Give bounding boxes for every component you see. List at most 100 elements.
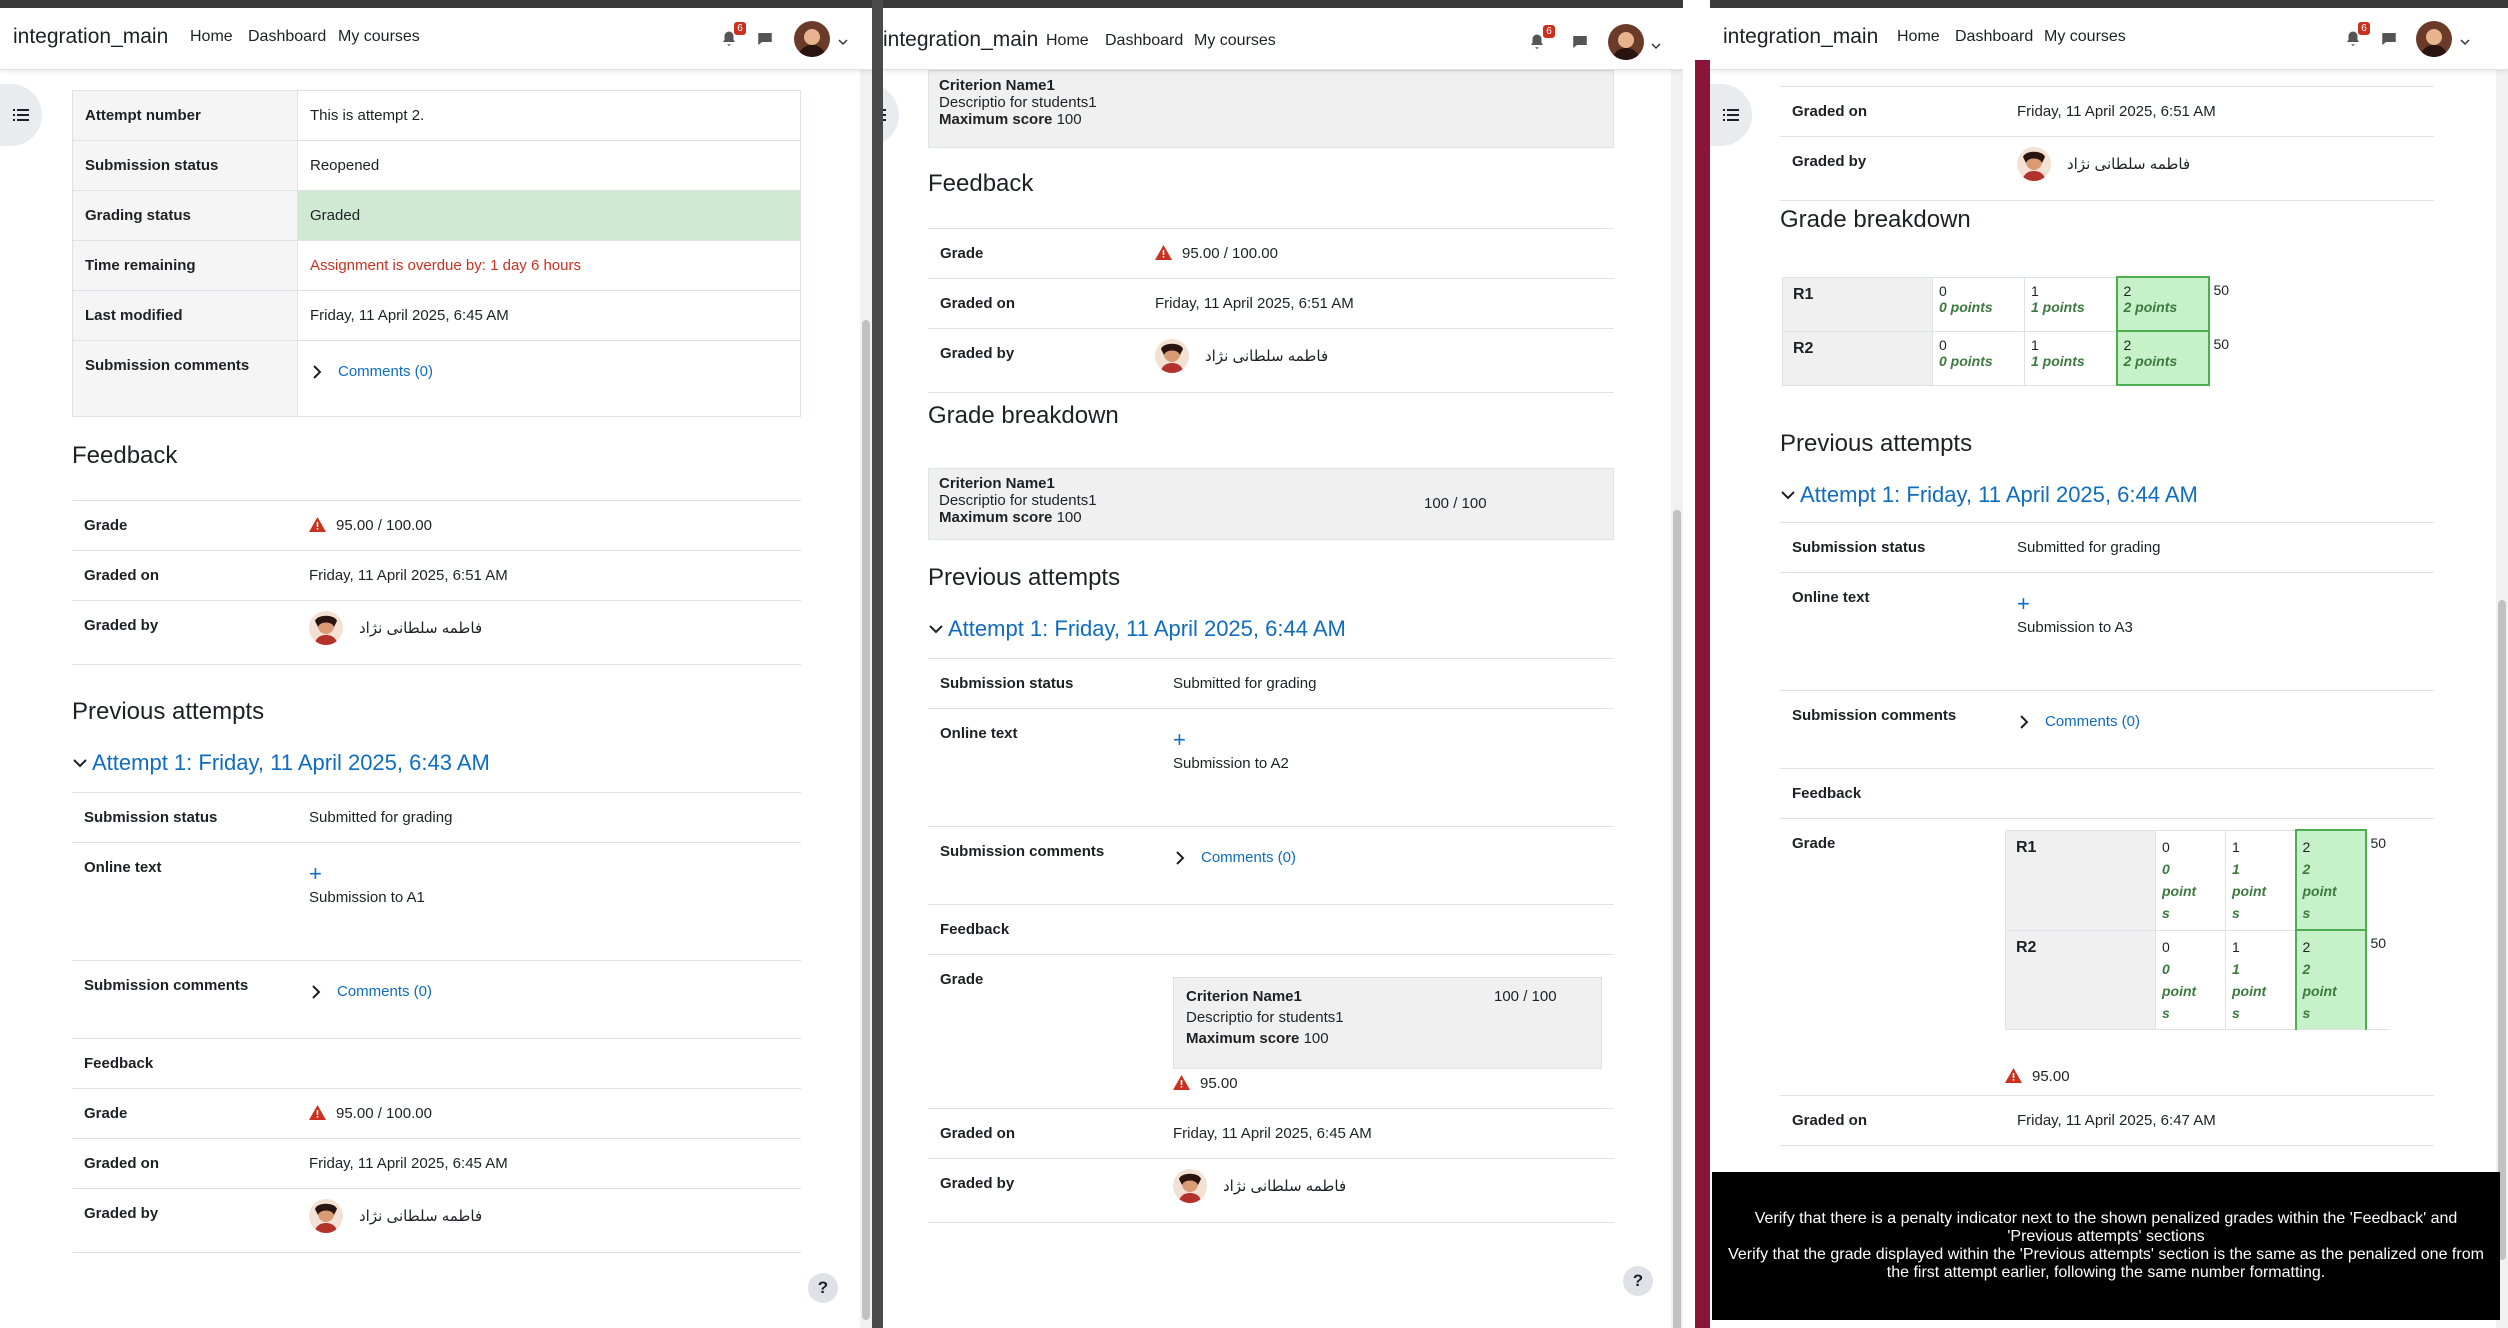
table-row: Attempt number This is attempt 2. xyxy=(72,90,801,141)
comments-link[interactable]: Comments (0) xyxy=(1201,849,1296,866)
instruction-line-2: Verify that the grade displayed within t… xyxy=(1728,1246,2484,1281)
chevron-right-icon[interactable] xyxy=(309,984,323,999)
nav-dashboard[interactable]: Dashboard xyxy=(1955,28,2033,46)
previous-attempts-heading: Previous attempts xyxy=(72,698,265,725)
rubric-row: R1 0 0 point s 1 1 point s 2 2 point s 50 xyxy=(2005,829,2391,931)
rubric-row: R2 00 points 11 points 22 points 50 xyxy=(1782,330,2234,386)
nav-my-courses[interactable]: My courses xyxy=(338,28,420,46)
messages-icon[interactable] xyxy=(2380,30,2398,48)
test-instruction-overlay: Verify that there is a penalty indicator… xyxy=(1712,1172,2500,1320)
feedback-table: Graded on Friday, 11 April 2025, 6:51 AM … xyxy=(1780,86,2434,201)
site-brand[interactable]: integration_main xyxy=(1723,25,1878,49)
table-row: Online text + Submission to A2 xyxy=(928,708,1614,827)
attempt-1-toggle[interactable]: Attempt 1: Friday, 11 April 2025, 6:44 A… xyxy=(1780,482,2198,508)
penalty-warning-icon xyxy=(309,517,326,532)
table-row: Grade 95.00 / 100.00 xyxy=(928,228,1614,279)
penalty-warning-icon xyxy=(1173,1075,1190,1090)
nav-dashboard[interactable]: Dashboard xyxy=(248,28,326,46)
site-brand[interactable]: integration_main xyxy=(13,25,168,49)
comments-link[interactable]: Comments (0) xyxy=(337,983,432,1000)
comments-link[interactable]: Comments (0) xyxy=(2045,713,2140,730)
user-avatar[interactable] xyxy=(794,21,830,57)
previous-attempts-heading: Previous attempts xyxy=(928,564,1121,591)
feedback-table: Grade 95.00 / 100.00 Graded on Friday, 11 … xyxy=(928,228,1614,393)
grade-value: 95.00 xyxy=(2032,1068,2070,1085)
expand-online-text-icon[interactable]: + xyxy=(2017,593,2424,615)
navbar: integration_main Home Dashboard My cours… xyxy=(0,8,872,70)
page-content: Attempt number This is attempt 2. Submiss… xyxy=(0,70,860,1328)
grader-avatar xyxy=(2017,147,2051,181)
grader-name: فاطمه سلطانی نژاد xyxy=(2067,156,2191,173)
feedback-heading: Feedback xyxy=(928,170,1034,197)
table-row: Submission status Submitted for grading xyxy=(928,658,1614,709)
penalty-warning-icon xyxy=(2005,1068,2022,1083)
messages-icon[interactable] xyxy=(756,30,774,48)
criterion-score: 100 / 100 xyxy=(1424,495,1487,512)
scrollbar[interactable] xyxy=(2496,70,2508,1328)
previous-attempt-table: Submission status Submitted for grading O… xyxy=(72,792,801,1253)
table-row: Submission comments Comments (0) xyxy=(72,340,801,417)
table-row: Grade 95.00 / 100.00 xyxy=(72,500,801,551)
table-row: Submission status Reopened xyxy=(72,140,801,191)
help-button[interactable]: ? xyxy=(1623,1266,1653,1296)
messages-icon[interactable] xyxy=(1571,33,1589,51)
chevron-down-icon xyxy=(929,625,943,634)
grade-value: 95.00 / 100.00 xyxy=(336,517,432,534)
table-row: Graded on Friday, 11 April 2025, 6:47 AM xyxy=(1780,1095,2434,1146)
chevron-right-icon[interactable] xyxy=(2017,714,2031,729)
navbar: integration_main Home Dashboard My cours… xyxy=(1710,8,2508,70)
background-strip xyxy=(1695,60,1710,1328)
selected-level: 22 points xyxy=(2115,276,2210,332)
nav-home[interactable]: Home xyxy=(1046,32,1089,50)
expand-online-text-icon[interactable]: + xyxy=(1173,729,1604,751)
table-row: Graded by فاطمه سلطانی نژاد xyxy=(928,1158,1614,1223)
table-row: Grading status Graded xyxy=(72,190,801,241)
table-row: Grade Criterion Name1 Descriptio for stu… xyxy=(928,954,1614,1109)
scrollbar[interactable] xyxy=(860,70,872,1328)
table-row: Grade 95.00 / 100.00 xyxy=(72,1088,801,1139)
page-content: Graded on Friday, 11 April 2025, 6:51 AM … xyxy=(1710,70,2496,1328)
help-button[interactable]: ? xyxy=(808,1273,838,1303)
attempt-1-toggle[interactable]: Attempt 1: Friday, 11 April 2025, 6:44 A… xyxy=(928,616,1346,642)
scrollbar[interactable] xyxy=(1671,70,1683,1328)
nav-dashboard[interactable]: Dashboard xyxy=(1105,32,1183,50)
expand-online-text-icon[interactable]: + xyxy=(309,863,791,885)
site-brand[interactable]: integration_main xyxy=(883,28,1038,52)
instruction-line-1: Verify that there is a penalty indicator… xyxy=(1754,1210,2458,1245)
table-row: Graded by فاطمه سلطانی نژاد xyxy=(928,328,1614,393)
user-menu-chevron-icon[interactable] xyxy=(1651,38,1661,50)
notification-count-badge: 6 xyxy=(1543,25,1555,38)
selected-level: 22 points xyxy=(2115,330,2210,386)
grader-name: فاطمه سلطانی نژاد xyxy=(1205,348,1329,365)
attempt-1-toggle[interactable]: Attempt 1: Friday, 11 April 2025, 6:43 A… xyxy=(72,750,490,776)
table-row: Graded on Friday, 11 April 2025, 6:51 AM xyxy=(1780,86,2434,137)
attempt-criterion: Criterion Name1 Descriptio for students1… xyxy=(1173,977,1602,1069)
user-avatar[interactable] xyxy=(2416,21,2452,57)
browser-window-3: integration_main Home Dashboard My cours… xyxy=(1710,8,2508,1328)
user-menu-chevron-icon[interactable] xyxy=(2460,34,2470,46)
rubric-row: R1 00 points 11 points 22 points 50 xyxy=(1782,276,2234,332)
grade-breakdown-criterion: Criterion Name1 Descriptio for students1… xyxy=(928,468,1614,540)
selected-level: 2 2 point s xyxy=(2294,929,2367,1030)
table-row: Submission comments Comments (0) xyxy=(928,826,1614,905)
table-row: Feedback xyxy=(928,904,1614,955)
chevron-right-icon[interactable] xyxy=(1173,850,1187,865)
grade-breakdown-heading: Grade breakdown xyxy=(928,402,1119,429)
chevron-right-icon[interactable] xyxy=(310,364,324,379)
nav-home[interactable]: Home xyxy=(190,28,233,46)
user-menu-chevron-icon[interactable] xyxy=(838,34,848,46)
feedback-heading: Feedback xyxy=(72,442,178,469)
grade-breakdown-heading: Grade breakdown xyxy=(1780,206,1971,233)
selected-level: 2 2 point s xyxy=(2294,829,2367,931)
feedback-table: Grade 95.00 / 100.00 Graded on Friday, 11 … xyxy=(72,500,801,665)
grader-avatar xyxy=(309,1199,343,1233)
user-avatar[interactable] xyxy=(1608,24,1644,60)
nav-my-courses[interactable]: My courses xyxy=(2044,28,2126,46)
chevron-down-icon xyxy=(73,759,87,768)
nav-my-courses[interactable]: My courses xyxy=(1194,32,1276,50)
nav-home[interactable]: Home xyxy=(1897,28,1940,46)
table-row: Last modified Friday, 11 April 2025, 6:45… xyxy=(72,290,801,341)
table-row: Submission comments Comments (0) xyxy=(1780,690,2434,769)
comments-link[interactable]: Comments (0) xyxy=(338,363,433,380)
browser-window-1: integration_main Home Dashboard My cours… xyxy=(0,8,872,1328)
